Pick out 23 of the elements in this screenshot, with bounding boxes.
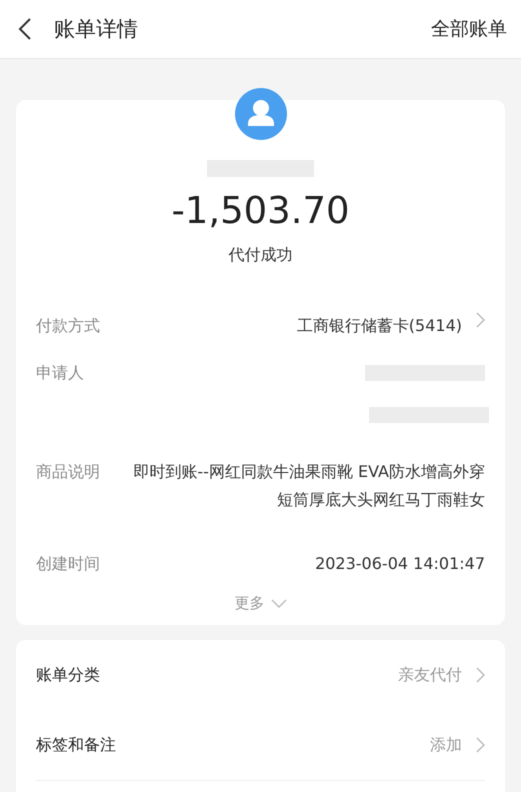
back-icon[interactable]: [18, 18, 32, 40]
more-label: 更多: [234, 594, 264, 613]
row-value: 2023-06-04 14:01:47: [314, 553, 485, 575]
chevron-right-icon: [476, 667, 485, 683]
chevron-right-icon: [476, 312, 485, 328]
row-value: 亲友代付: [397, 664, 462, 686]
row-label: 商品说明: [36, 461, 100, 483]
row-label: 标签和备注: [36, 734, 116, 756]
amount: -1,503.70: [171, 188, 350, 234]
all-bills-link[interactable]: 全部账单: [431, 16, 507, 42]
chevron-down-icon: [270, 599, 286, 608]
row-value: 工商银行储蓄卡(5414): [296, 315, 462, 337]
row-label: 创建时间: [36, 553, 100, 575]
settings-row[interactable]: 标签和备注 添加: [36, 731, 485, 759]
row-value: 添加: [429, 734, 462, 756]
payment-status: 代付成功: [228, 245, 292, 266]
settings-row[interactable]: 账单分类 亲友代付: [36, 661, 485, 689]
chevron-right-icon: [476, 737, 485, 753]
row-label: 付款方式: [36, 315, 100, 337]
row-label: 账单分类: [36, 664, 100, 686]
page-title: 账单详情: [54, 16, 139, 43]
row-value: 即时到账--网红同款牛油果雨靴 EVA防水增高外穿短筒厚底大头网红马丁雨鞋女: [132, 461, 485, 511]
row-label: 申请人: [36, 362, 84, 384]
